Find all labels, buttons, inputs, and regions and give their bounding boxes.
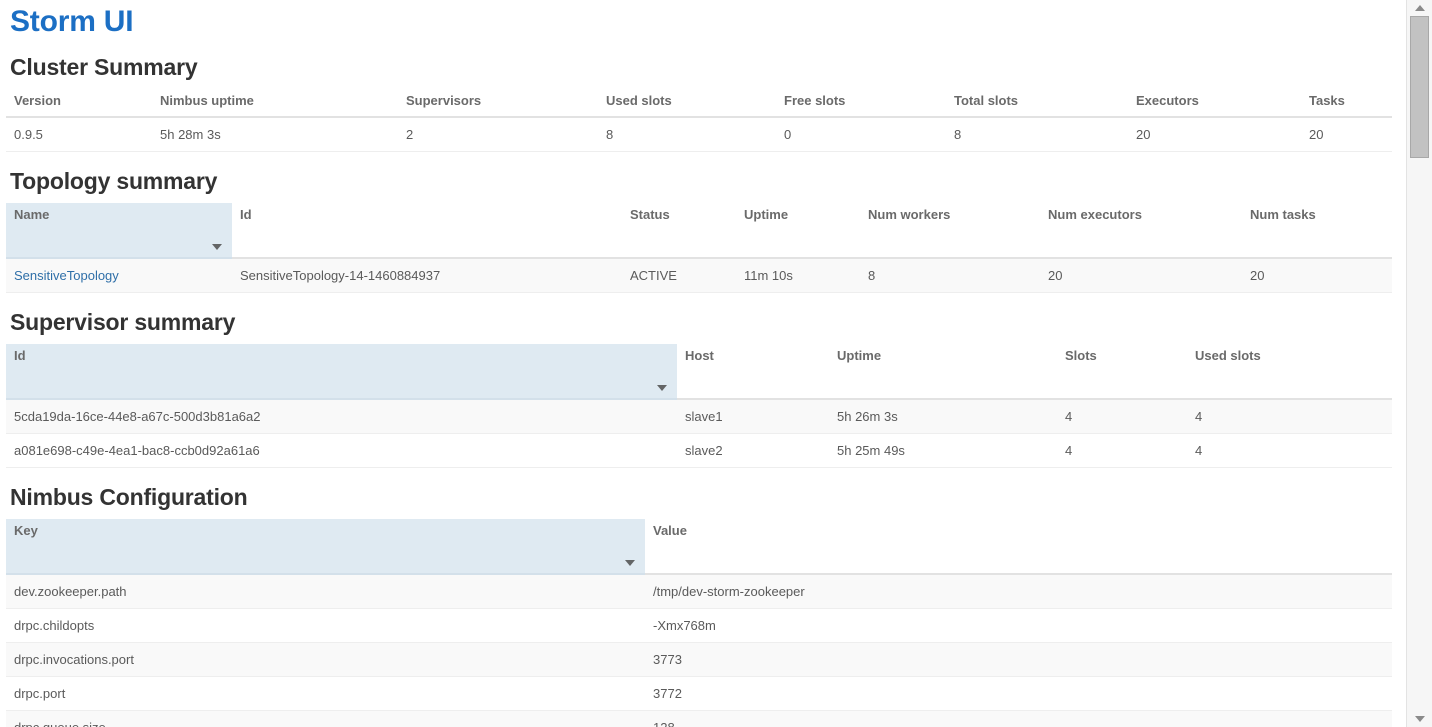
column-header-value[interactable]: Value [645,519,1392,574]
column-header-nimbus-uptime[interactable]: Nimbus uptime [152,89,398,117]
column-header-name-label: Name [14,207,49,222]
cluster-summary-heading: Cluster Summary [6,54,1392,81]
cell-supervisors: 2 [398,117,598,152]
cell-free-slots: 0 [776,117,946,152]
cell-topology-num-executors: 20 [1040,258,1242,293]
cell-config-value: 3772 [645,677,1392,711]
column-header-status[interactable]: Status [622,203,736,258]
column-header-used-slots[interactable]: Used slots [598,89,776,117]
cell-supervisor-uptime: 5h 26m 3s [829,399,1057,434]
cell-used-slots: 8 [598,117,776,152]
table-row: drpc.invocations.port 3773 [6,643,1392,677]
supervisor-summary-table: Id Host Uptime Slots Used slots 5cda19da… [6,344,1392,468]
cell-supervisor-slots: 4 [1057,434,1187,468]
table-row: drpc.queue.size 128 [6,711,1392,727]
cell-config-value: -Xmx768m [645,609,1392,643]
triangle-up-icon [1415,5,1425,11]
cell-supervisor-used-slots: 4 [1187,434,1392,468]
cell-supervisor-host: slave2 [677,434,829,468]
cell-tasks: 20 [1301,117,1392,152]
vertical-scrollbar[interactable] [1406,0,1432,727]
storm-ui-page: Storm UI Cluster Summary Version Nimbus … [0,0,1432,727]
column-header-slots[interactable]: Slots [1057,344,1187,399]
cell-total-slots: 8 [946,117,1128,152]
cell-config-key: drpc.queue.size [6,711,645,727]
sort-descending-icon [657,385,667,391]
page-content: Storm UI Cluster Summary Version Nimbus … [0,0,1406,727]
column-header-host[interactable]: Host [677,344,829,399]
topology-summary-heading: Topology summary [6,168,1392,195]
cell-supervisor-host: slave1 [677,399,829,434]
table-row: dev.zookeeper.path /tmp/dev-storm-zookee… [6,574,1392,609]
table-row: drpc.port 3772 [6,677,1392,711]
topology-link[interactable]: SensitiveTopology [14,268,119,283]
triangle-down-icon [1415,716,1425,722]
page-title: Storm UI [6,0,1392,40]
cell-config-key: dev.zookeeper.path [6,574,645,609]
cell-config-key: drpc.invocations.port [6,643,645,677]
cell-config-value: /tmp/dev-storm-zookeeper [645,574,1392,609]
column-header-key[interactable]: Key [6,519,645,574]
table-header-row: Key Value [6,519,1392,574]
table-header-row: Name Id Status Uptime Num workers Num ex… [6,203,1392,258]
column-header-id[interactable]: Id [232,203,622,258]
cell-supervisor-slots: 4 [1057,399,1187,434]
cell-topology-status: ACTIVE [622,258,736,293]
cell-executors: 20 [1128,117,1301,152]
cell-config-value: 3773 [645,643,1392,677]
table-header-row: Id Host Uptime Slots Used slots [6,344,1392,399]
scrollbar-up-button[interactable] [1407,0,1432,16]
cell-nimbus-uptime: 5h 28m 3s [152,117,398,152]
column-header-num-executors[interactable]: Num executors [1040,203,1242,258]
topology-summary-table: Name Id Status Uptime Num workers Num ex… [6,203,1392,293]
cell-config-key: drpc.childopts [6,609,645,643]
table-row: 0.9.5 5h 28m 3s 2 8 0 8 20 20 [6,117,1392,152]
column-header-executors[interactable]: Executors [1128,89,1301,117]
column-header-supervisor-id-label: Id [14,348,26,363]
scrollbar-down-button[interactable] [1407,711,1432,727]
cell-topology-name: SensitiveTopology [6,258,232,293]
column-header-supervisor-id[interactable]: Id [6,344,677,399]
nimbus-configuration-heading: Nimbus Configuration [6,484,1392,511]
column-header-uptime[interactable]: Uptime [736,203,860,258]
cell-topology-id: SensitiveTopology-14-1460884937 [232,258,622,293]
column-header-num-tasks[interactable]: Num tasks [1242,203,1392,258]
cell-config-value: 128 [645,711,1392,727]
column-header-supervisor-uptime[interactable]: Uptime [829,344,1057,399]
scrollbar-thumb[interactable] [1410,16,1429,158]
cell-supervisor-used-slots: 4 [1187,399,1392,434]
table-row: 5cda19da-16ce-44e8-a67c-500d3b81a6a2 sla… [6,399,1392,434]
sort-descending-icon [212,244,222,250]
column-header-free-slots[interactable]: Free slots [776,89,946,117]
column-header-key-label: Key [14,523,38,538]
cell-topology-uptime: 11m 10s [736,258,860,293]
column-header-num-workers[interactable]: Num workers [860,203,1040,258]
column-header-version[interactable]: Version [6,89,152,117]
cluster-summary-table: Version Nimbus uptime Supervisors Used s… [6,89,1392,152]
column-header-tasks[interactable]: Tasks [1301,89,1392,117]
cell-config-key: drpc.port [6,677,645,711]
cell-supervisor-uptime: 5h 25m 49s [829,434,1057,468]
nimbus-configuration-table: Key Value dev.zookeeper.path /tmp/dev-st… [6,519,1392,727]
column-header-name[interactable]: Name [6,203,232,258]
cell-topology-num-tasks: 20 [1242,258,1392,293]
sort-descending-icon [625,560,635,566]
cell-topology-num-workers: 8 [860,258,1040,293]
table-row: SensitiveTopology SensitiveTopology-14-1… [6,258,1392,293]
column-header-supervisors[interactable]: Supervisors [398,89,598,117]
column-header-used-slots[interactable]: Used slots [1187,344,1392,399]
table-row: a081e698-c49e-4ea1-bac8-ccb0d92a61a6 sla… [6,434,1392,468]
table-row: drpc.childopts -Xmx768m [6,609,1392,643]
cell-supervisor-id: a081e698-c49e-4ea1-bac8-ccb0d92a61a6 [6,434,677,468]
supervisor-summary-heading: Supervisor summary [6,309,1392,336]
cell-version: 0.9.5 [6,117,152,152]
table-header-row: Version Nimbus uptime Supervisors Used s… [6,89,1392,117]
cell-supervisor-id: 5cda19da-16ce-44e8-a67c-500d3b81a6a2 [6,399,677,434]
column-header-total-slots[interactable]: Total slots [946,89,1128,117]
